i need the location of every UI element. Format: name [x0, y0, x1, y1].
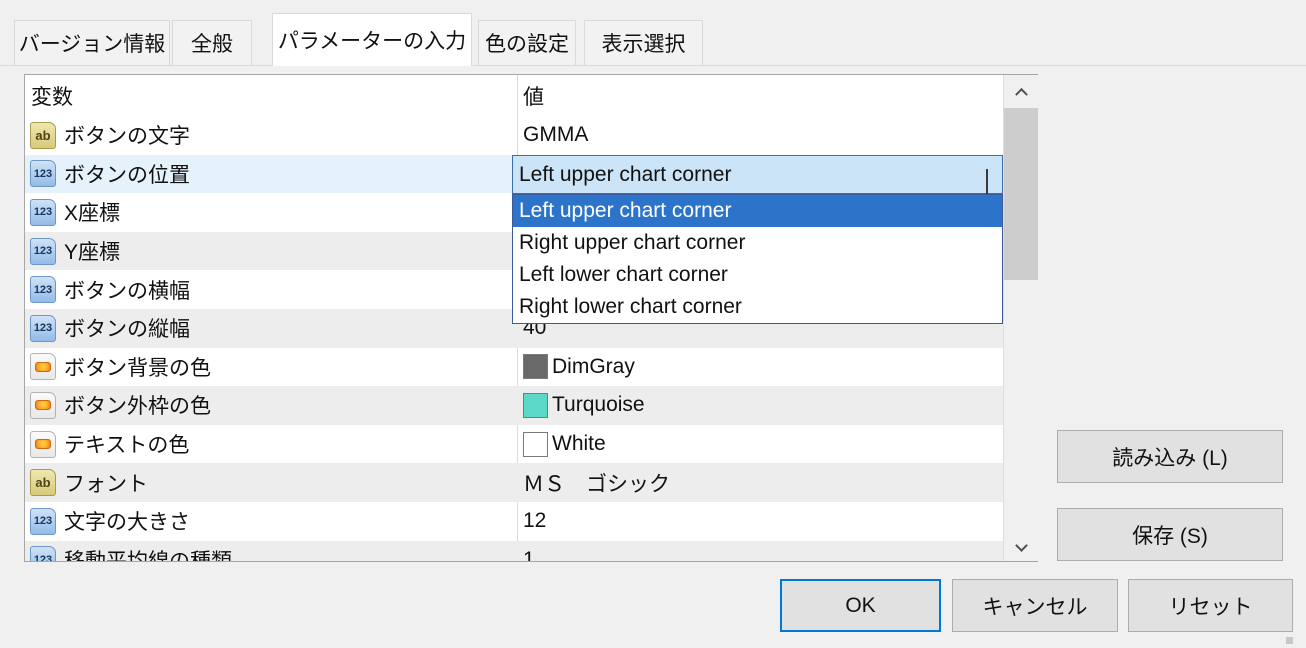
- param-value[interactable]: 12: [518, 509, 1002, 533]
- param-value[interactable]: White: [518, 432, 1002, 457]
- number-param-icon: 123: [30, 508, 56, 535]
- chevron-down-icon: [1015, 539, 1028, 552]
- color-blob: [35, 362, 51, 372]
- table-header-row: 変数 値: [25, 75, 1037, 116]
- table-row[interactable]: ボタン背景の色 DimGray: [25, 348, 1037, 387]
- color-name: Turquoise: [552, 393, 645, 417]
- param-label: Y座標: [64, 236, 120, 266]
- save-button[interactable]: 保存 (S): [1057, 508, 1283, 561]
- dropdown-option[interactable]: Left upper chart corner: [513, 195, 1002, 227]
- scroll-down-button[interactable]: [1004, 529, 1038, 561]
- ok-button[interactable]: OK: [780, 579, 941, 632]
- number-param-icon: 123: [30, 546, 56, 562]
- text-param-icon: ab: [30, 122, 56, 149]
- number-param-icon: 123: [30, 315, 56, 342]
- number-param-icon: 123: [30, 160, 56, 187]
- indicator-properties-dialog: バージョン情報 全般 パラメーターの入力 色の設定 表示選択 変数 値 ab ボタ…: [0, 0, 1306, 648]
- scrollbar-thumb[interactable]: [1004, 108, 1038, 280]
- chevron-down-icon[interactable]: [986, 169, 988, 193]
- color-name: White: [552, 432, 606, 456]
- resize-grip: [1286, 637, 1293, 644]
- param-value[interactable]: DimGray: [518, 354, 1002, 379]
- table-row[interactable]: テキストの色 White: [25, 425, 1037, 464]
- column-header-variable: 変数: [25, 81, 73, 111]
- color-param-icon: [30, 353, 56, 380]
- tab-parameters[interactable]: パラメーターの入力: [272, 13, 472, 66]
- param-label: ボタンの縦幅: [64, 313, 190, 343]
- cancel-button[interactable]: キャンセル: [952, 579, 1118, 632]
- table-row[interactable]: ab ボタンの文字 GMMA: [25, 116, 1037, 155]
- dropdown-option[interactable]: Right upper chart corner: [513, 227, 1002, 259]
- color-name: DimGray: [552, 355, 635, 379]
- table-row[interactable]: ab フォント ＭＳ ゴシック: [25, 463, 1037, 502]
- param-value[interactable]: ＭＳ ゴシック: [518, 468, 1002, 498]
- table-row[interactable]: 123 移動平均線の種類 1: [25, 541, 1037, 562]
- combobox-dropdown-list: Left upper chart corner Right upper char…: [512, 194, 1003, 324]
- color-swatch: [523, 354, 548, 379]
- tab-common[interactable]: 全般: [172, 20, 252, 66]
- color-param-icon: [30, 431, 56, 458]
- param-value[interactable]: Turquoise: [518, 393, 1002, 418]
- param-label: 文字の大きさ: [64, 506, 190, 536]
- color-swatch: [523, 393, 548, 418]
- color-blob: [35, 439, 51, 449]
- combobox-value: Left upper chart corner: [513, 163, 731, 187]
- dropdown-option[interactable]: Left lower chart corner: [513, 259, 1002, 291]
- number-param-icon: 123: [30, 276, 56, 303]
- tab-version-info[interactable]: バージョン情報: [14, 20, 170, 66]
- param-value[interactable]: 1: [518, 548, 1002, 562]
- dropdown-option[interactable]: Right lower chart corner: [513, 291, 1002, 323]
- vertical-scrollbar[interactable]: [1003, 75, 1038, 561]
- color-swatch: [523, 432, 548, 457]
- param-label: ボタンの文字: [64, 120, 190, 150]
- column-header-value: 値: [523, 81, 544, 111]
- tab-colors[interactable]: 色の設定: [478, 20, 576, 66]
- param-label: フォント: [64, 468, 148, 498]
- tab-visualization[interactable]: 表示選択: [584, 20, 703, 66]
- param-label: 移動平均線の種類: [64, 545, 232, 562]
- chevron-up-icon: [1015, 87, 1028, 100]
- number-param-icon: 123: [30, 238, 56, 265]
- param-value[interactable]: GMMA: [518, 123, 1002, 147]
- load-button[interactable]: 読み込み (L): [1057, 430, 1283, 483]
- scroll-up-button[interactable]: [1004, 75, 1038, 107]
- param-label: ボタンの横幅: [64, 275, 190, 305]
- table-row[interactable]: ボタン外枠の色 Turquoise: [25, 386, 1037, 425]
- table-row[interactable]: 123 文字の大きさ 12: [25, 502, 1037, 541]
- param-label: X座標: [64, 197, 120, 227]
- param-label: テキストの色: [64, 429, 189, 459]
- reset-button[interactable]: リセット: [1128, 579, 1293, 632]
- param-label: ボタンの位置: [64, 159, 190, 189]
- button-position-combobox[interactable]: Left upper chart corner: [512, 155, 1003, 194]
- param-label: ボタン背景の色: [64, 352, 211, 382]
- number-param-icon: 123: [30, 199, 56, 226]
- color-blob: [35, 400, 51, 410]
- text-param-icon: ab: [30, 469, 56, 496]
- color-param-icon: [30, 392, 56, 419]
- param-label: ボタン外枠の色: [64, 390, 211, 420]
